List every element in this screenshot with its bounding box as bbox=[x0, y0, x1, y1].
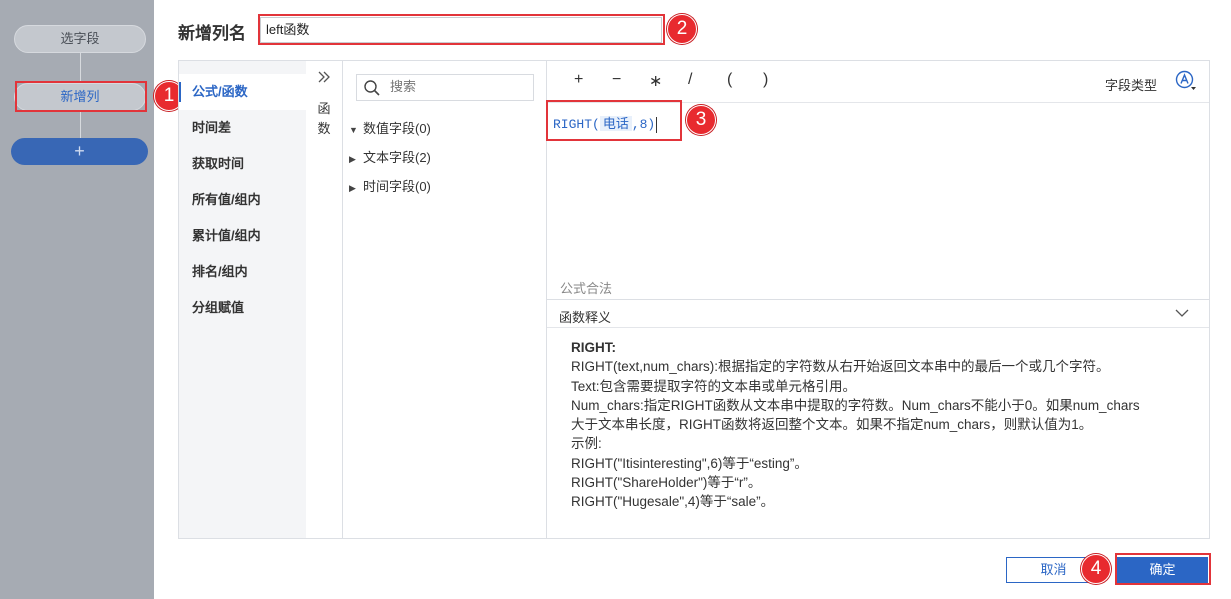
category-cumulative-group[interactable]: 累计值/组内 bbox=[179, 218, 306, 254]
explanation-title: 函数释义 bbox=[559, 310, 612, 325]
tree-node-label: 文本字段(2) bbox=[363, 150, 431, 165]
explanation-header[interactable]: 函数释义 bbox=[547, 300, 1209, 328]
operator-plus-button[interactable]: + bbox=[574, 71, 583, 89]
category-get-time[interactable]: 获取时间 bbox=[179, 146, 306, 182]
operator-multiply-button[interactable]: ∗ bbox=[649, 71, 662, 91]
formula-validity-status: 公式合法 bbox=[560, 281, 613, 296]
function-label-top: 函 bbox=[317, 101, 331, 116]
caret-down-icon: ▼ bbox=[349, 125, 358, 135]
function-panel-label[interactable]: 函 数 bbox=[316, 99, 332, 139]
tree-node-time[interactable]: ▶ 时间字段(0) bbox=[349, 176, 431, 196]
category-rank-group[interactable]: 排名/组内 bbox=[179, 254, 306, 290]
explanation-line: 大于文本串长度，RIGHT函数将返回整个文本。如果不指定num_chars，则默… bbox=[571, 417, 1093, 433]
function-explanation-panel: 函数释义 RIGHT: RIGHT(text,num_chars):根据指定的字… bbox=[547, 299, 1209, 538]
search-input[interactable] bbox=[390, 79, 520, 94]
caret-right-icon: ▶ bbox=[349, 154, 356, 164]
flow-connector bbox=[80, 112, 81, 138]
explanation-line: RIGHT(text,num_chars):根据指定的字符数从右开始返回文本串中… bbox=[571, 359, 1110, 375]
explanation-line: RIGHT("ShareHolder")等于“r”。 bbox=[571, 475, 762, 491]
tree-node-label: 数值字段(0) bbox=[363, 121, 431, 136]
column-name-label: 新增列名 bbox=[178, 24, 246, 43]
highlight-box bbox=[546, 100, 682, 141]
highlight-box bbox=[258, 14, 665, 45]
field-tree-panel: ▼ 数值字段(0) ▶ 文本字段(2) ▶ 时间字段(0) bbox=[344, 61, 547, 538]
explanation-line: RIGHT("Hugesale",4)等于“sale”。 bbox=[571, 494, 775, 510]
add-step-button[interactable]: + bbox=[11, 138, 148, 165]
step-badge-3: 3 bbox=[686, 105, 716, 135]
chevron-down-icon[interactable] bbox=[1175, 308, 1189, 318]
explanation-fn-name: RIGHT: bbox=[571, 340, 616, 355]
step-badge-4: 4 bbox=[1081, 554, 1111, 584]
left-flow-panel: 选字段 新增列 + bbox=[0, 0, 154, 599]
operator-minus-button[interactable]: − bbox=[612, 71, 621, 89]
explanation-body: RIGHT: RIGHT(text,num_chars):根据指定的字符数从右开… bbox=[571, 338, 1191, 512]
tree-node-label: 时间字段(0) bbox=[363, 179, 431, 194]
operator-divide-button[interactable]: / bbox=[688, 71, 692, 89]
step-badge-2: 2 bbox=[667, 14, 697, 44]
field-type-label: 字段类型 bbox=[1105, 78, 1158, 93]
explanation-line: RIGHT("Itisinteresting",6)等于“esting”。 bbox=[571, 455, 808, 471]
flow-connector bbox=[80, 52, 81, 83]
category-group-assign[interactable]: 分组赋值 bbox=[179, 290, 306, 326]
function-label-bottom: 数 bbox=[317, 121, 331, 136]
operator-open-paren-button[interactable]: ( bbox=[727, 71, 732, 89]
highlight-box bbox=[15, 81, 147, 112]
operator-close-paren-button[interactable]: ) bbox=[763, 71, 768, 89]
field-type-dropdown-icon[interactable] bbox=[1175, 70, 1197, 92]
confirm-button[interactable]: 确定 bbox=[1117, 557, 1208, 583]
operator-toolbar: + − ∗ / ( ) 字段类型 bbox=[547, 61, 1209, 103]
tree-node-numeric[interactable]: ▼ 数值字段(0) bbox=[349, 118, 431, 138]
formula-input-area[interactable]: + − ∗ / ( ) 字段类型 RIGHT(电话 ,8) 公式合法 bbox=[547, 61, 1209, 299]
category-list: 公式/函数 时间差 获取时间 所有值/组内 累计值/组内 排名/组内 分组赋值 bbox=[179, 61, 306, 538]
function-panel: 函 数 bbox=[306, 61, 343, 538]
category-all-values-group[interactable]: 所有值/组内 bbox=[179, 182, 306, 218]
category-formula-function[interactable]: 公式/函数 bbox=[179, 74, 306, 110]
explanation-line: 示例: bbox=[571, 436, 602, 452]
tree-node-text[interactable]: ▶ 文本字段(2) bbox=[349, 147, 431, 167]
search-icon bbox=[364, 80, 380, 96]
explanation-line: Text:包含需要提取字符的文本串或单元格引用。 bbox=[571, 378, 857, 394]
caret-right-icon: ▶ bbox=[349, 183, 356, 193]
double-chevron-right-icon[interactable] bbox=[317, 70, 331, 89]
select-fields-node[interactable]: 选字段 bbox=[14, 25, 146, 53]
explanation-line: Num_chars:指定RIGHT函数从文本串中提取的字符数。Num_chars… bbox=[571, 397, 1140, 413]
field-search[interactable] bbox=[356, 74, 534, 101]
category-time-diff[interactable]: 时间差 bbox=[179, 110, 306, 146]
